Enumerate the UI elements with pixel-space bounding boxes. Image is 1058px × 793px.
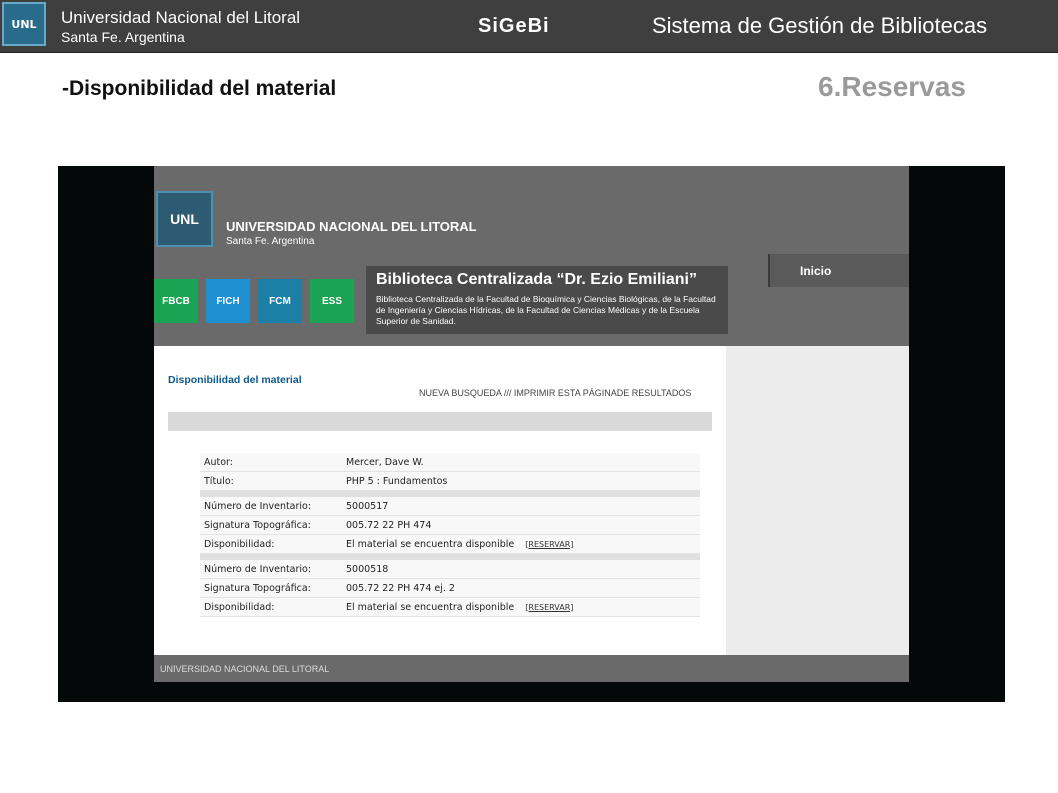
- system-name: Sistema de Gestión de Bibliotecas: [652, 13, 988, 38]
- university-name: Universidad Nacional del Litoral: [61, 8, 301, 27]
- faculty-ess-button[interactable]: ESS: [310, 279, 354, 323]
- library-description: Biblioteca Centralizada de la Facultad d…: [376, 294, 716, 326]
- city-name: Santa Fe. Argentina: [61, 29, 185, 45]
- availability-text: El material se encuentra disponible: [346, 601, 515, 613]
- availability-label: Disponibilidad:: [204, 538, 275, 550]
- availability-label: Disponibilidad:: [204, 601, 275, 613]
- inicio-button[interactable]: Inicio: [768, 254, 909, 287]
- availability-row: Disponibilidad: El material se encuentra…: [200, 535, 700, 554]
- unl-logo: UNL: [2, 2, 46, 46]
- inventory-value: 5000518: [346, 563, 389, 575]
- author-value: Mercer, Dave W.: [346, 456, 424, 468]
- page-heading: Disponibilidad del material: [168, 374, 302, 386]
- results-bar: [168, 412, 712, 431]
- faculty-fbcb-button[interactable]: FBCB: [154, 279, 198, 323]
- availability-value: El material se encuentra disponible [RES…: [342, 602, 700, 613]
- screenshot-frame: UNL UNIVERSIDAD NACIONAL DEL LITORAL San…: [58, 166, 1005, 702]
- signature-value: 005.72 22 PH 474 ej. 2: [346, 582, 455, 594]
- slide-title: -Disponibilidad del material: [62, 77, 337, 100]
- slide-header: UNL Universidad Nacional del Litoral San…: [0, 0, 1058, 53]
- title-label: Título:: [204, 475, 234, 487]
- site-header: UNL UNIVERSIDAD NACIONAL DEL LITORAL San…: [154, 166, 909, 346]
- signature-row: Signatura Topográfica: 005.72 22 PH 474: [200, 516, 700, 535]
- author-label: Autor:: [204, 456, 233, 468]
- site-university-name: UNIVERSIDAD NACIONAL DEL LITORAL: [226, 219, 477, 234]
- footer-text: UNIVERSIDAD NACIONAL DEL LITORAL: [160, 664, 330, 674]
- site-sidebar: [726, 346, 909, 655]
- signature-value: 005.72 22 PH 474: [346, 519, 432, 531]
- signature-label: Signatura Topográfica:: [204, 582, 311, 594]
- inventory-value: 5000517: [346, 500, 389, 512]
- title-row: Título: PHP 5 : Fundamentos: [200, 472, 700, 491]
- site-footer: UNIVERSIDAD NACIONAL DEL LITORAL: [154, 655, 909, 682]
- title-value: PHP 5 : Fundamentos: [346, 475, 448, 487]
- section-number: 6.Reservas: [818, 71, 966, 102]
- library-title: Biblioteca Centralizada “Dr. Ezio Emilia…: [376, 271, 697, 288]
- availability-value: El material se encuentra disponible [RES…: [342, 539, 700, 550]
- faculty-fcm-button[interactable]: FCM: [258, 279, 302, 323]
- reservar-link[interactable]: [RESERVAR]: [525, 540, 573, 549]
- signature-label: Signatura Topográfica:: [204, 519, 311, 531]
- availability-row: Disponibilidad: El material se encuentra…: [200, 598, 700, 617]
- material-detail: Autor: Mercer, Dave W. Título: PHP 5 : F…: [200, 453, 700, 617]
- signature-row: Signatura Topográfica: 005.72 22 PH 474 …: [200, 579, 700, 598]
- inventory-row: Número de Inventario: 5000517: [200, 497, 700, 516]
- inventory-label: Número de Inventario:: [204, 500, 312, 512]
- library-banner: Biblioteca Centralizada “Dr. Ezio Emilia…: [366, 266, 728, 334]
- inicio-label: Inicio: [800, 264, 832, 278]
- availability-text: El material se encuentra disponible: [346, 538, 515, 550]
- library-site: UNL UNIVERSIDAD NACIONAL DEL LITORAL San…: [154, 166, 909, 682]
- faculty-fich-button[interactable]: FICH: [206, 279, 250, 323]
- result-links[interactable]: NUEVA BUSQUEDA /// IMPRIMIR ESTA PÁGINAD…: [419, 388, 691, 398]
- inventory-row: Número de Inventario: 5000518: [200, 560, 700, 579]
- reservar-link[interactable]: [RESERVAR]: [525, 603, 573, 612]
- site-logo[interactable]: UNL: [156, 191, 213, 247]
- inventory-label: Número de Inventario:: [204, 563, 312, 575]
- product-name: SiGeBi: [478, 15, 550, 37]
- site-city: Santa Fe. Argentina: [226, 236, 315, 247]
- author-row: Autor: Mercer, Dave W.: [200, 453, 700, 472]
